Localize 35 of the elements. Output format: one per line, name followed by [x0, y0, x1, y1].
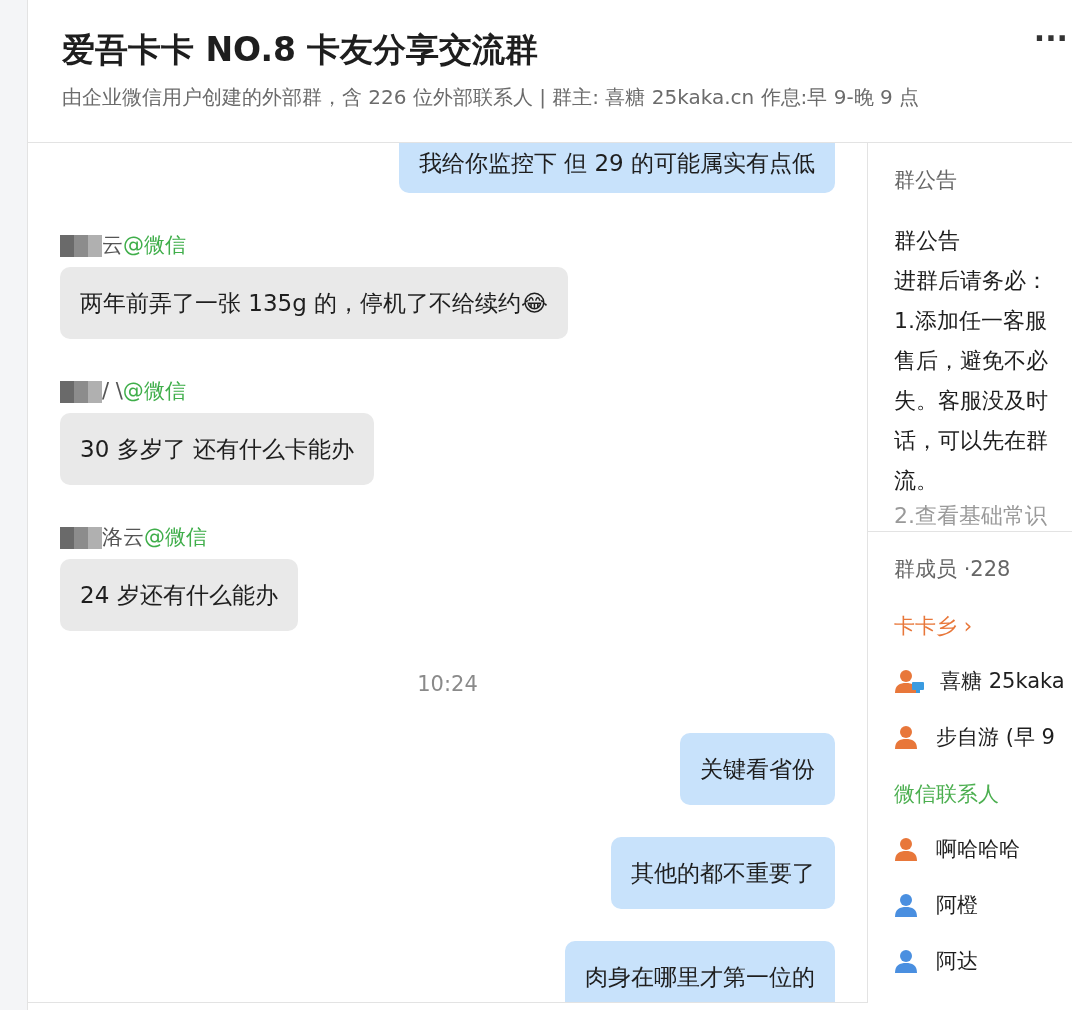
section-heading: 群公告 [894, 167, 958, 194]
message-bubble: 关键看省份 [680, 732, 835, 805]
announcement-line: 话，可以先在群 [894, 427, 1048, 453]
member-name[interactable]: 啊哈哈哈 [936, 833, 1020, 865]
sender-source: @微信 [144, 524, 207, 552]
message-bubble: 我给你监控下 但 29 的可能属实有点低 [398, 143, 835, 193]
sender-source: @微信 [122, 378, 186, 406]
message-bubble: 其他的都不重要了 [611, 836, 835, 909]
announcement-line: 流。 [894, 467, 938, 493]
sender-name: 洛云 [102, 524, 144, 552]
message-bubble: 肉身在哪里才第一位的 [565, 940, 835, 1002]
announcement-title: 群公告 [894, 227, 960, 253]
message-bubble: 两年前弄了一张 135g 的，停机了不给续约😂 [60, 267, 568, 339]
announcement-line: 失。客服没及时 [894, 387, 1048, 413]
group-description: 由企业微信用户创建的外部群，含 226 位外部联系人 | 群主: 喜糖 25kaka.cn 作息:早 9-晚 9 点 [62, 84, 921, 111]
announcement-line: 2.查看基础常识 [894, 502, 1047, 528]
member-name[interactable]: 阿橙 [936, 889, 978, 921]
member-name[interactable]: 喜糖 25kaka [940, 665, 1065, 697]
message-bubble: 30 多岁了 还有什么卡能办 [60, 413, 374, 485]
sender-source: @微信 [123, 232, 186, 260]
more-button[interactable]: ··· [1033, 24, 1068, 54]
timestamp: 10:24 [417, 672, 478, 696]
section-heading: 群成员 ·228 [894, 555, 1012, 583]
sender-name: / \ [102, 378, 123, 406]
announcement-line: 进群后请务必： [894, 267, 1048, 293]
announcement-line: 售后，避免不必 [894, 347, 1048, 373]
pixelated-avatar-icon [60, 235, 102, 257]
message-bubble: 24 岁还有什么能办 [60, 559, 298, 631]
member-name[interactable]: 阿达 [936, 945, 978, 977]
pixelated-avatar-icon [60, 381, 102, 403]
pixelated-avatar-icon [60, 527, 102, 549]
group-title: 爱吾卡卡 NO.8 卡友分享交流群 [62, 29, 539, 71]
member-name[interactable]: 步自游 (早 9 [936, 721, 1055, 753]
announcement-line: 1.添加任一客服 [894, 307, 1047, 333]
sender-name: 云 [102, 232, 123, 260]
